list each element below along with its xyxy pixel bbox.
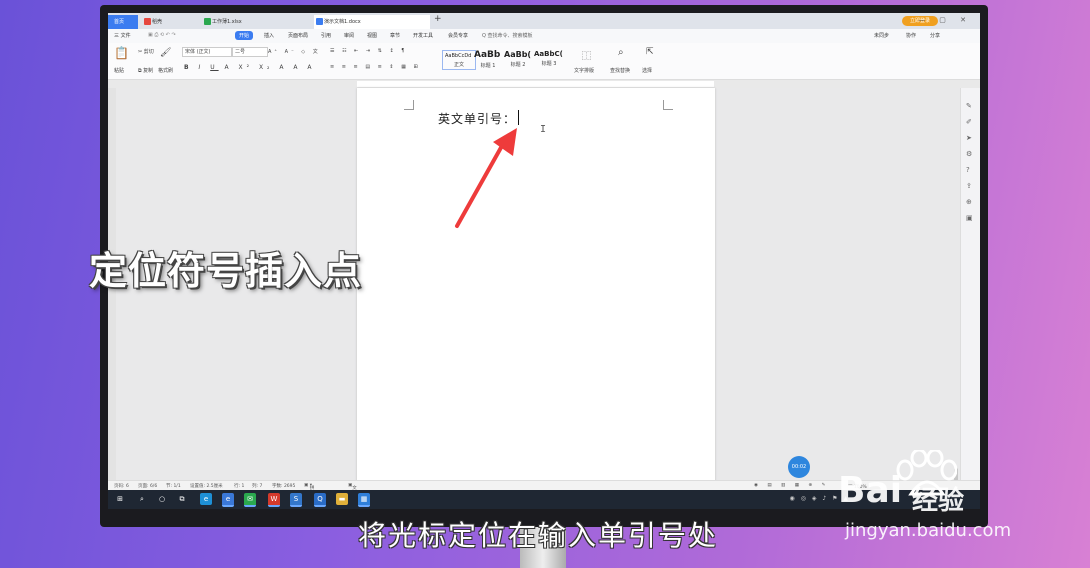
menu-section[interactable]: 章节 xyxy=(390,32,400,39)
watermark-name: 经验 xyxy=(912,486,965,516)
window-controls[interactable]: — ▢ ✕ xyxy=(918,16,972,24)
edge-icon[interactable]: e xyxy=(222,493,234,507)
paragraph-buttons[interactable]: ☰ ☷ ⇤ ⇥ ⇅ ↕ ¶ xyxy=(330,48,407,54)
find-replace-button[interactable]: 查找替换 xyxy=(610,67,630,74)
cortana-icon[interactable]: ○ xyxy=(156,493,168,505)
menu-bar: 三 文件 ▣ ⎙ ⟲ ↶ ↷ 开始 插入 页面布局 引用 审阅 视图 章节 开发… xyxy=(108,29,980,43)
overlay-title: 定位符号插入点 xyxy=(89,249,363,293)
tab-daoke[interactable]: 稻壳 xyxy=(142,15,200,29)
quick-access-icons[interactable]: ▣ ⎙ ⟲ ↶ ↷ xyxy=(148,32,176,38)
pointer-icon[interactable]: ➤ xyxy=(966,134,972,142)
paste-button[interactable]: 粘贴 xyxy=(114,67,124,74)
style-panel-icon[interactable]: ✎ xyxy=(966,102,972,110)
copy-button[interactable]: ⧉ 复制 xyxy=(138,67,153,74)
margin-corner-tr xyxy=(663,100,673,110)
spell-check-button[interactable]: ▣ 拼写检查 ▾ xyxy=(304,483,314,509)
view-mode-icons[interactable]: ◉ ▤ ▥ ▦ ⊕ ✎ xyxy=(754,483,829,488)
menu-start[interactable]: 开始 xyxy=(235,31,254,40)
style-normal[interactable]: AaBbCcDd 正文 xyxy=(442,50,476,70)
wechat-icon[interactable]: ✉ xyxy=(244,493,256,507)
globe-icon[interactable]: ⊕ xyxy=(966,198,972,206)
font-select[interactable]: 宋体 (正文) xyxy=(182,47,232,57)
layers-icon[interactable]: ▣ xyxy=(966,214,973,222)
menu-member[interactable]: 会员专享 xyxy=(448,32,468,39)
select-icon[interactable]: ⇱ xyxy=(646,47,654,57)
status-col: 列: 7 xyxy=(252,484,263,489)
tab-document[interactable]: 演示文档1.docx xyxy=(314,15,430,29)
menu-review[interactable]: 审阅 xyxy=(344,32,354,39)
font-style-buttons[interactable]: B I U A X² X₂ A A A xyxy=(184,64,316,71)
task-view-icon[interactable]: ⧉ xyxy=(176,493,188,505)
word-icon xyxy=(316,18,323,25)
file-menu[interactable]: 三 文件 xyxy=(114,32,131,39)
document-text[interactable]: 英文单引号： xyxy=(438,110,516,127)
tab-bar: 首页 稻壳 工作薄1.xlsx 演示文档1.docx + 立即登录 — ▢ ✕ xyxy=(108,13,980,29)
status-page-count: 页码: 6 xyxy=(114,484,129,489)
ribbon-toolbar: 📋 粘贴 ✂ 剪切 ⧉ 复制 🖌 格式刷 宋体 (正文) 二号 A⁺ A⁻ ◇ … xyxy=(108,43,980,80)
command-search[interactable]: Q 查找命令、搜索模板 xyxy=(482,32,533,39)
red-arrow-annotation xyxy=(455,128,517,228)
style-heading-3[interactable]: AaBbC(标题 3 xyxy=(534,50,564,70)
menu-view[interactable]: 视图 xyxy=(367,32,377,39)
style-heading-1[interactable]: AaBb 标题 1 xyxy=(474,50,502,70)
watermark-brand: Bai xyxy=(838,470,903,511)
menu-reference[interactable]: 引用 xyxy=(321,32,331,39)
docs-icon[interactable]: ▦ xyxy=(358,493,370,507)
collab-button[interactable]: 协作 xyxy=(906,32,916,39)
font-size-select[interactable]: 二号 xyxy=(232,47,268,57)
cut-button[interactable]: ✂ 剪切 xyxy=(138,48,154,55)
status-setting[interactable]: 设置值: 2.5厘米 xyxy=(190,483,223,489)
windows-start-icon[interactable]: ⊞ xyxy=(114,493,126,505)
menu-insert[interactable]: 插入 xyxy=(264,32,274,39)
paste-icon[interactable]: 📋 xyxy=(114,46,129,60)
menu-devtools[interactable]: 开发工具 xyxy=(413,32,433,39)
ibeam-pointer-icon: I xyxy=(540,124,547,135)
folder-icon[interactable]: ▬ xyxy=(336,493,348,505)
horizontal-ruler[interactable] xyxy=(108,80,980,88)
find-replace-icon[interactable]: ⌕ xyxy=(618,47,624,58)
daoke-icon xyxy=(144,18,151,25)
timer-badge: 00:02 xyxy=(788,456,810,478)
help-icon[interactable]: ? xyxy=(966,166,970,174)
format-painter-button[interactable]: 格式刷 xyxy=(158,67,173,74)
right-side-panel: ✎ ✐ ➤ ⚙ ? ⇪ ⊕ ▣ xyxy=(960,88,980,488)
watermark-url: jingyan.baidu.com xyxy=(845,520,1012,541)
sync-status[interactable]: 未同步 xyxy=(874,32,889,39)
ruler-page-area xyxy=(357,81,714,87)
status-section: 节: 1/1 xyxy=(166,484,181,489)
tab-home[interactable]: 首页 xyxy=(108,15,138,29)
proofread-button[interactable]: ▣ 文档校对 xyxy=(348,483,357,509)
document-page[interactable]: 英文单引号： I xyxy=(357,88,715,488)
subtitle-caption: 将光标定位在输入单引号处 xyxy=(358,519,719,552)
browser-icon[interactable]: e xyxy=(200,493,212,505)
format-painter-icon[interactable]: 🖌 xyxy=(160,48,171,58)
settings-icon[interactable]: ⚙ xyxy=(966,150,972,158)
app-icon[interactable]: S xyxy=(290,493,302,507)
text-cursor xyxy=(518,110,519,125)
pen-icon[interactable]: ✐ xyxy=(966,118,972,126)
search-icon[interactable]: ⌕ xyxy=(136,493,148,505)
status-page[interactable]: 页面: 6/6 xyxy=(138,483,157,489)
style-heading-2[interactable]: AaBb(标题 2 xyxy=(504,50,532,70)
new-tab-button[interactable]: + xyxy=(434,14,442,24)
sheet-icon xyxy=(204,18,211,25)
share-icon[interactable]: ⇪ xyxy=(966,182,972,190)
tab-workbook[interactable]: 工作薄1.xlsx xyxy=(202,15,310,29)
share-button[interactable]: 分享 xyxy=(930,32,940,39)
status-row: 行: 1 xyxy=(234,484,245,489)
text-layout-icon[interactable]: ⿰ xyxy=(582,49,591,62)
margin-corner-tl xyxy=(404,100,414,110)
wps-icon[interactable]: W xyxy=(268,493,280,507)
font-size-buttons[interactable]: A⁺ A⁻ ◇ 文 xyxy=(268,48,321,55)
align-buttons[interactable]: ≡ ≡ ≡ ▤ ≡ ⇕ ▦ ⊞ xyxy=(330,64,421,70)
text-layout-button[interactable]: 文字排版 xyxy=(574,67,594,74)
menu-layout[interactable]: 页面布局 xyxy=(288,32,308,39)
select-button[interactable]: 选择 xyxy=(642,67,652,74)
qq-browser-icon[interactable]: Q xyxy=(314,493,326,507)
status-words[interactable]: 字数: 2695 xyxy=(272,483,295,489)
